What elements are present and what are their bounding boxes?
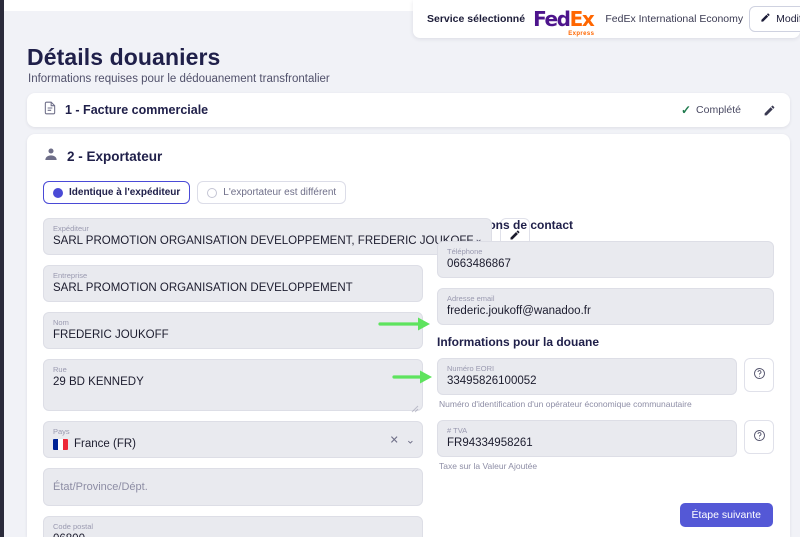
- section-2-title: 2 - Exportateur: [67, 149, 163, 164]
- form-column-right: Informations de contact Téléphone 066348…: [437, 218, 774, 537]
- service-selected-label: Service sélectionné: [427, 13, 526, 25]
- question-circle-icon: [753, 367, 766, 383]
- document-icon: [43, 101, 57, 120]
- radio-unselected-icon: [207, 187, 218, 198]
- entreprise-field[interactable]: Entreprise SARL PROMOTION ORGANISATION D…: [43, 265, 423, 302]
- page-subtitle: Informations requises pour le dédouaneme…: [28, 73, 330, 85]
- section-facture-commerciale[interactable]: 1 - Facture commerciale ✓ Complété: [27, 93, 790, 127]
- page-title: Détails douaniers: [27, 44, 221, 70]
- expediteur-row: Expéditeur SARL PROMOTION ORGANISATION D…: [43, 218, 530, 265]
- email-value: frederic.joukoff@wanadoo.fr: [447, 305, 591, 317]
- service-banner: Service sélectionné FedEx Express FedEx …: [413, 0, 800, 38]
- expediteur-label: Expéditeur: [53, 224, 89, 233]
- pencil-icon: [760, 12, 771, 26]
- nom-value: FREDERIC JOUKOFF: [53, 329, 169, 341]
- eori-field[interactable]: Numéro EORI 33495826100052: [437, 358, 737, 395]
- chevron-down-icon[interactable]: ⌄: [406, 433, 415, 446]
- check-icon: ✓: [680, 103, 692, 117]
- resize-grip-icon[interactable]: [411, 400, 419, 413]
- nom-label: Nom: [53, 318, 69, 327]
- section-1-status-label: Complété: [696, 104, 741, 116]
- telephone-label: Téléphone: [447, 247, 483, 256]
- telephone-value: 0663486867: [447, 258, 511, 270]
- section-1-status: ✓ Complété: [681, 103, 741, 117]
- radio-exportateur-different[interactable]: L'exportateur est différent: [197, 181, 347, 204]
- eori-label: Numéro EORI: [447, 364, 495, 373]
- radio-identique-label: Identique à l'expéditeur: [69, 187, 181, 198]
- fedex-logo-icon: FedEx Express: [531, 6, 595, 37]
- tva-label: # TVA: [447, 426, 468, 435]
- radio-selected-icon: [53, 187, 63, 198]
- modify-service-button[interactable]: Modifier: [749, 6, 800, 32]
- code-postal-value: 06800: [53, 532, 413, 537]
- form-column-left: Expéditeur SARL PROMOTION ORGANISATION D…: [43, 218, 530, 537]
- customs-info-title: Informations pour la douane: [437, 335, 600, 349]
- entreprise-label: Entreprise: [53, 271, 88, 280]
- telephone-field[interactable]: Téléphone 0663486867: [437, 241, 774, 278]
- app-root: Service sélectionné FedEx Express FedEx …: [0, 0, 800, 537]
- rue-textarea[interactable]: Rue 29 BD KENNEDY: [43, 359, 423, 413]
- pays-value-row: France (FR): [53, 437, 413, 452]
- code-postal-label: Code postal: [53, 522, 94, 531]
- service-name: FedEx International Economy: [605, 13, 744, 25]
- pays-select[interactable]: Pays France (FR) ✕ ⌄: [43, 421, 423, 458]
- pays-label: Pays: [53, 427, 70, 436]
- close-icon[interactable]: ✕: [390, 433, 399, 446]
- pays-controls: ✕ ⌄: [390, 433, 415, 446]
- email-field[interactable]: Adresse email frederic.joukoff@wanadoo.f…: [437, 288, 774, 325]
- next-step-button[interactable]: Étape suivante: [679, 503, 773, 527]
- nom-field[interactable]: Nom FREDERIC JOUKOFF: [43, 312, 423, 349]
- etat-province-placeholder: État/Province/Dépt.: [53, 481, 148, 493]
- section-1-title: 1 - Facture commerciale: [65, 103, 209, 117]
- rue-label: Rue: [53, 365, 67, 374]
- section-1-edit-button[interactable]: [763, 104, 776, 117]
- fedex-logo-ex: Ex: [569, 6, 595, 31]
- eori-value: 33495826100052: [447, 375, 537, 387]
- exporter-type-radio-group: Identique à l'expéditeur L'exportateur e…: [43, 181, 774, 204]
- fedex-logo-fed: Fed: [533, 6, 571, 31]
- tva-hint: Taxe sur la Valeur Ajoutée: [439, 461, 538, 471]
- eori-row: Numéro EORI 33495826100052: [437, 358, 774, 398]
- email-label: Adresse email: [447, 294, 495, 303]
- france-flag-icon: [53, 439, 68, 450]
- tva-help-button[interactable]: [744, 420, 774, 454]
- expediteur-select[interactable]: Expéditeur SARL PROMOTION ORGANISATION D…: [43, 218, 492, 255]
- tva-value: FR94334958261: [447, 437, 533, 449]
- eori-hint: Numéro d'identification d'un opérateur é…: [439, 399, 692, 409]
- radio-different-label: L'exportateur est différent: [223, 187, 337, 198]
- tva-field[interactable]: # TVA FR94334958261: [437, 420, 737, 457]
- fedex-logo-express: Express: [568, 30, 595, 37]
- tva-row: # TVA FR94334958261: [437, 420, 774, 460]
- person-icon: [43, 146, 59, 167]
- section-exportateur: 2 - Exportateur Identique à l'expéditeur…: [27, 134, 790, 537]
- code-postal-field[interactable]: Code postal 06800: [43, 516, 423, 537]
- expediteur-value: SARL PROMOTION ORGANISATION DEVELOPPEMEN…: [53, 235, 482, 247]
- entreprise-value: SARL PROMOTION ORGANISATION DEVELOPPEMEN…: [53, 282, 353, 294]
- section-2-header: 2 - Exportateur: [43, 146, 774, 167]
- pays-value: France (FR): [74, 438, 136, 450]
- etat-province-field[interactable]: État/Province/Dépt.: [43, 468, 423, 506]
- question-circle-icon: [753, 429, 766, 445]
- form-columns: Expéditeur SARL PROMOTION ORGANISATION D…: [43, 218, 774, 537]
- radio-identique-expediteur[interactable]: Identique à l'expéditeur: [43, 181, 191, 204]
- eori-help-button[interactable]: [744, 358, 774, 392]
- modify-service-label: Modifier: [776, 13, 800, 25]
- rue-value: 29 BD KENNEDY: [53, 376, 144, 388]
